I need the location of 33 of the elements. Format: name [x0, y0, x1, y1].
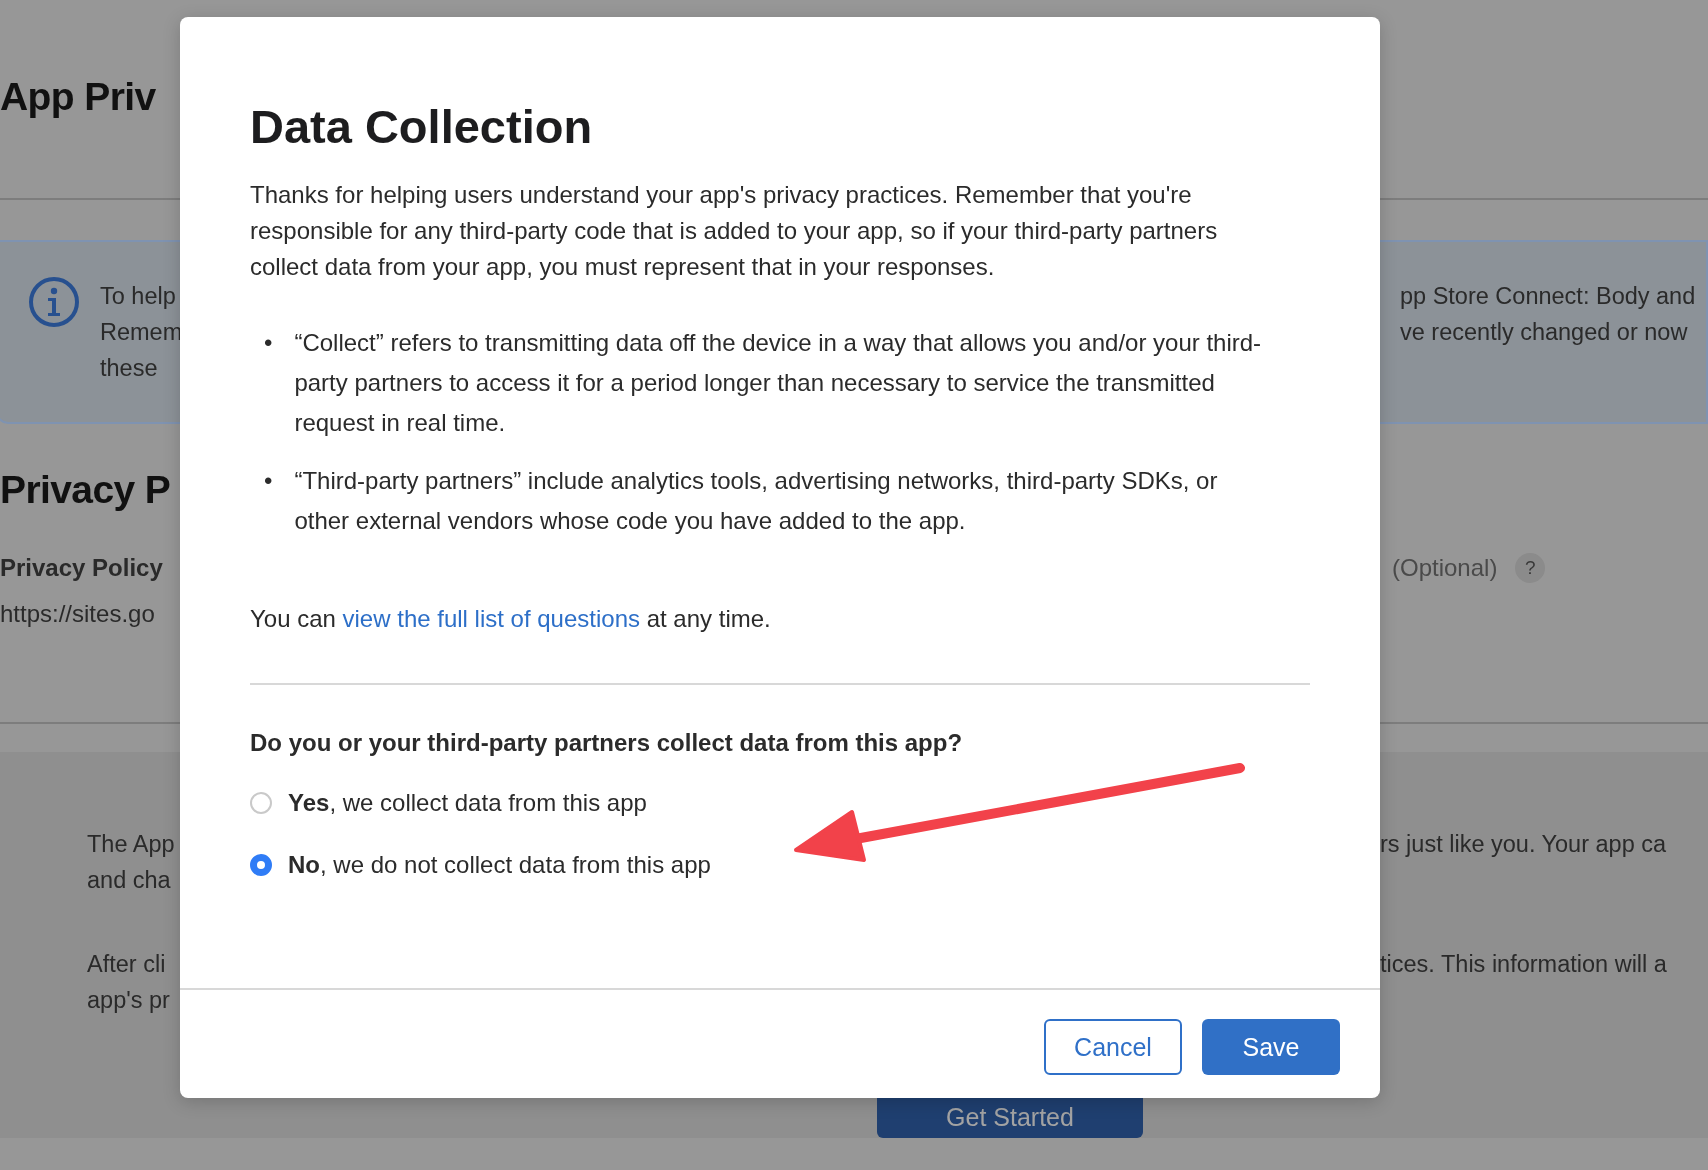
intro-text: and cha: [87, 866, 172, 895]
banner-text: these: [100, 354, 159, 383]
intro-text: app's pr: [87, 986, 171, 1015]
option-label: No, we do not collect data from this app: [288, 850, 711, 881]
intro-paragraph: Thanks for helping users understand your app's privacy practices. Remember that you're responsible for any third-party code that is added to your app, so if your third-party partners collect data from your app, you must represent that in your responses.: [250, 180, 1219, 283]
question-text: Do you or your third-party partners collect data from this app?: [250, 728, 964, 759]
section-title: Privacy P: [0, 468, 171, 511]
intro-text: The App: [87, 830, 176, 859]
cancel-button[interactable]: Cancel: [1044, 1019, 1182, 1075]
bullet-marker: •: [264, 466, 273, 497]
bullet-marker: •: [264, 328, 273, 359]
questions-link[interactable]: view the full list of questions: [342, 605, 640, 633]
banner-text: ve recently changed or now: [1400, 318, 1689, 347]
banner-text: pp Store Connect: Body and: [1400, 282, 1696, 311]
optional-label: (Optional): [1392, 554, 1498, 582]
banner-text: Remem: [100, 318, 184, 347]
radio-button[interactable]: [250, 854, 272, 877]
field-label: Privacy Policy: [0, 554, 163, 581]
bullet-text: “Collect” refers to transmitting data off the device in a way that allows you and/or your third-party partners to access it for a period longer than necessary to service the transmitted request in real time.: [294, 328, 1263, 439]
save-button[interactable]: Save: [1202, 1019, 1340, 1075]
radio-button[interactable]: [250, 792, 272, 815]
intro-text: rs just like you. Your app ca: [1380, 830, 1667, 859]
banner-text: To help: [100, 282, 177, 311]
option-label: Yes, we collect data from this app: [288, 788, 647, 819]
page-title: App Priv: [0, 75, 156, 118]
intro-text: tices. This information will a: [1380, 950, 1667, 979]
field-value: https://sites.go: [0, 600, 155, 627]
questions-note: You can view the full list of questions at any time.: [250, 604, 772, 635]
intro-text: After cli: [87, 950, 167, 979]
dialog-title: Data Collection: [250, 99, 594, 155]
info-icon: [28, 276, 80, 328]
bullet-text: “Third-party partners” include analytics tools, advertising networks, third-party SDKs, or other external vendors whose code you have added to the app.: [294, 466, 1219, 537]
help-button[interactable]: ?: [1515, 553, 1546, 583]
